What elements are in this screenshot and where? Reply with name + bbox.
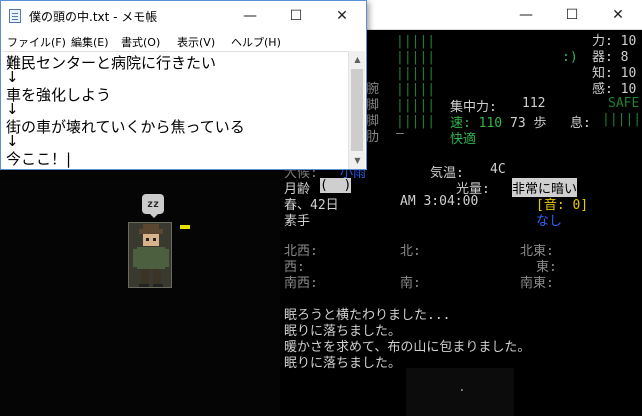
notepad-window: 僕の頭の中.txt - メモ帳 — ☐ ✕ ファイル(F) 編集(E) 書式(O…	[0, 0, 367, 170]
hp-bar: |||||	[396, 98, 436, 113]
hp-bar: |||||	[396, 50, 436, 65]
menu-format[interactable]: 書式(O)	[121, 34, 160, 50]
breath-label: 息:	[570, 116, 591, 131]
vertical-scrollbar[interactable]: ▲ ▼	[348, 51, 365, 169]
notepad-titlebar[interactable]: 僕の頭の中.txt - メモ帳 — ☐ ✕	[1, 1, 366, 31]
maximize-button[interactable]: ☐	[549, 0, 595, 30]
window-title: 僕の頭の中.txt - メモ帳	[29, 10, 158, 24]
player-icon	[129, 223, 171, 287]
player-sprite[interactable]	[128, 222, 172, 288]
notepad-icon	[9, 9, 21, 23]
direction-se: 南東:	[520, 276, 554, 291]
body-part-label: 肋	[366, 130, 380, 145]
stat-per: 感: 10	[592, 82, 637, 97]
minimize-button[interactable]: —	[503, 0, 549, 30]
maximize-button[interactable]: ☐	[273, 1, 319, 31]
status-badge	[180, 225, 190, 229]
menu-view[interactable]: 表示(V)	[177, 34, 215, 50]
direction-sw: 南西:	[284, 276, 318, 291]
hp-bar: |||||	[396, 82, 436, 97]
focus-value: 112	[522, 96, 546, 111]
scroll-down-icon[interactable]: ▼	[349, 152, 366, 169]
text-line: 難民センターと病院に行きたい	[6, 54, 217, 72]
close-button[interactable]: ✕	[319, 1, 365, 31]
text-line: 今ここ！|	[6, 150, 72, 168]
sleep-icon: zz	[142, 194, 164, 218]
text-line: 街の車が壊れていくから焦っている	[6, 118, 245, 136]
time-value: AM 3:04:00	[400, 194, 479, 209]
mood-label: 快適	[450, 132, 477, 147]
weapon-name: 素手	[284, 214, 311, 229]
log-line: 眠りに落ちました。	[284, 356, 402, 371]
mood-face: :)	[562, 50, 578, 65]
hp-bar: |||||	[396, 34, 436, 49]
text-editor[interactable]: 難民センターと病院に行きたい ↓ 車を強化しよう ↓ 街の車が壊れていくから焦っ…	[3, 51, 348, 169]
minimap-marker: .	[458, 380, 466, 395]
minimize-button[interactable]: —	[227, 1, 273, 31]
moon-value: ( )	[320, 178, 352, 193]
text-line: 車を強化しよう	[6, 86, 112, 104]
breath-bar: |||||	[602, 112, 642, 127]
direction-s: 南:	[400, 276, 421, 291]
safe-mode-indicator: SAFE	[608, 96, 640, 111]
direction-n: 北:	[400, 244, 421, 259]
menu-help[interactable]: ヘルプ(H)	[231, 34, 281, 50]
menu-file[interactable]: ファイル(F)	[7, 34, 66, 50]
temperature-value: 4C	[490, 162, 506, 177]
scroll-thumb[interactable]	[351, 69, 363, 151]
combat-style: なし	[536, 214, 563, 229]
hp-bar: |||||	[396, 66, 436, 81]
menu-bar: ファイル(F) 編集(E) 書式(O) 表示(V) ヘルプ(H)	[1, 31, 366, 51]
scroll-up-icon[interactable]: ▲	[349, 51, 366, 68]
hp-bar-dash: —	[396, 126, 404, 141]
menu-edit[interactable]: 編集(E)	[71, 34, 109, 50]
moves-value: 73 歩	[510, 116, 547, 131]
close-button[interactable]: ✕	[595, 0, 641, 30]
